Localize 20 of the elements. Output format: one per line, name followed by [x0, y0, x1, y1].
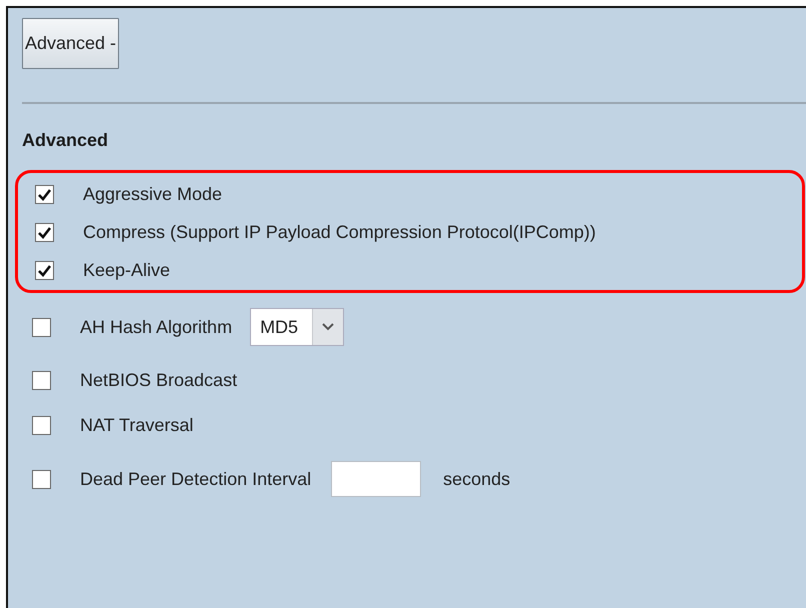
- unit-label: seconds: [443, 468, 510, 490]
- caret-icon: [322, 323, 334, 331]
- checkbox[interactable]: [32, 470, 51, 488]
- checkbox[interactable]: [32, 318, 51, 336]
- option-label: AH Hash Algorithm: [80, 316, 232, 338]
- checkbox[interactable]: [35, 223, 54, 242]
- checkbox[interactable]: [32, 371, 51, 390]
- option-label: NetBIOS Broadcast: [80, 370, 238, 391]
- advanced-toggle-button[interactable]: Advanced -: [22, 18, 120, 69]
- option-label: Dead Peer Detection Interval: [80, 468, 312, 490]
- option-label: Keep-Alive: [83, 260, 170, 281]
- checkbox[interactable]: [32, 416, 51, 435]
- algorithm-dropdown[interactable]: MD5: [250, 308, 344, 346]
- interval-field[interactable]: [331, 461, 422, 497]
- checkbox[interactable]: [35, 185, 54, 204]
- section-title: Advanced: [22, 130, 110, 151]
- checkbox[interactable]: [35, 261, 54, 280]
- option-label: NAT Traversal: [80, 415, 194, 436]
- option-label: Compress (Support IP Payload Compression Protocol(IPComp)): [83, 222, 596, 243]
- option-label: Aggressive Mode: [83, 184, 222, 205]
